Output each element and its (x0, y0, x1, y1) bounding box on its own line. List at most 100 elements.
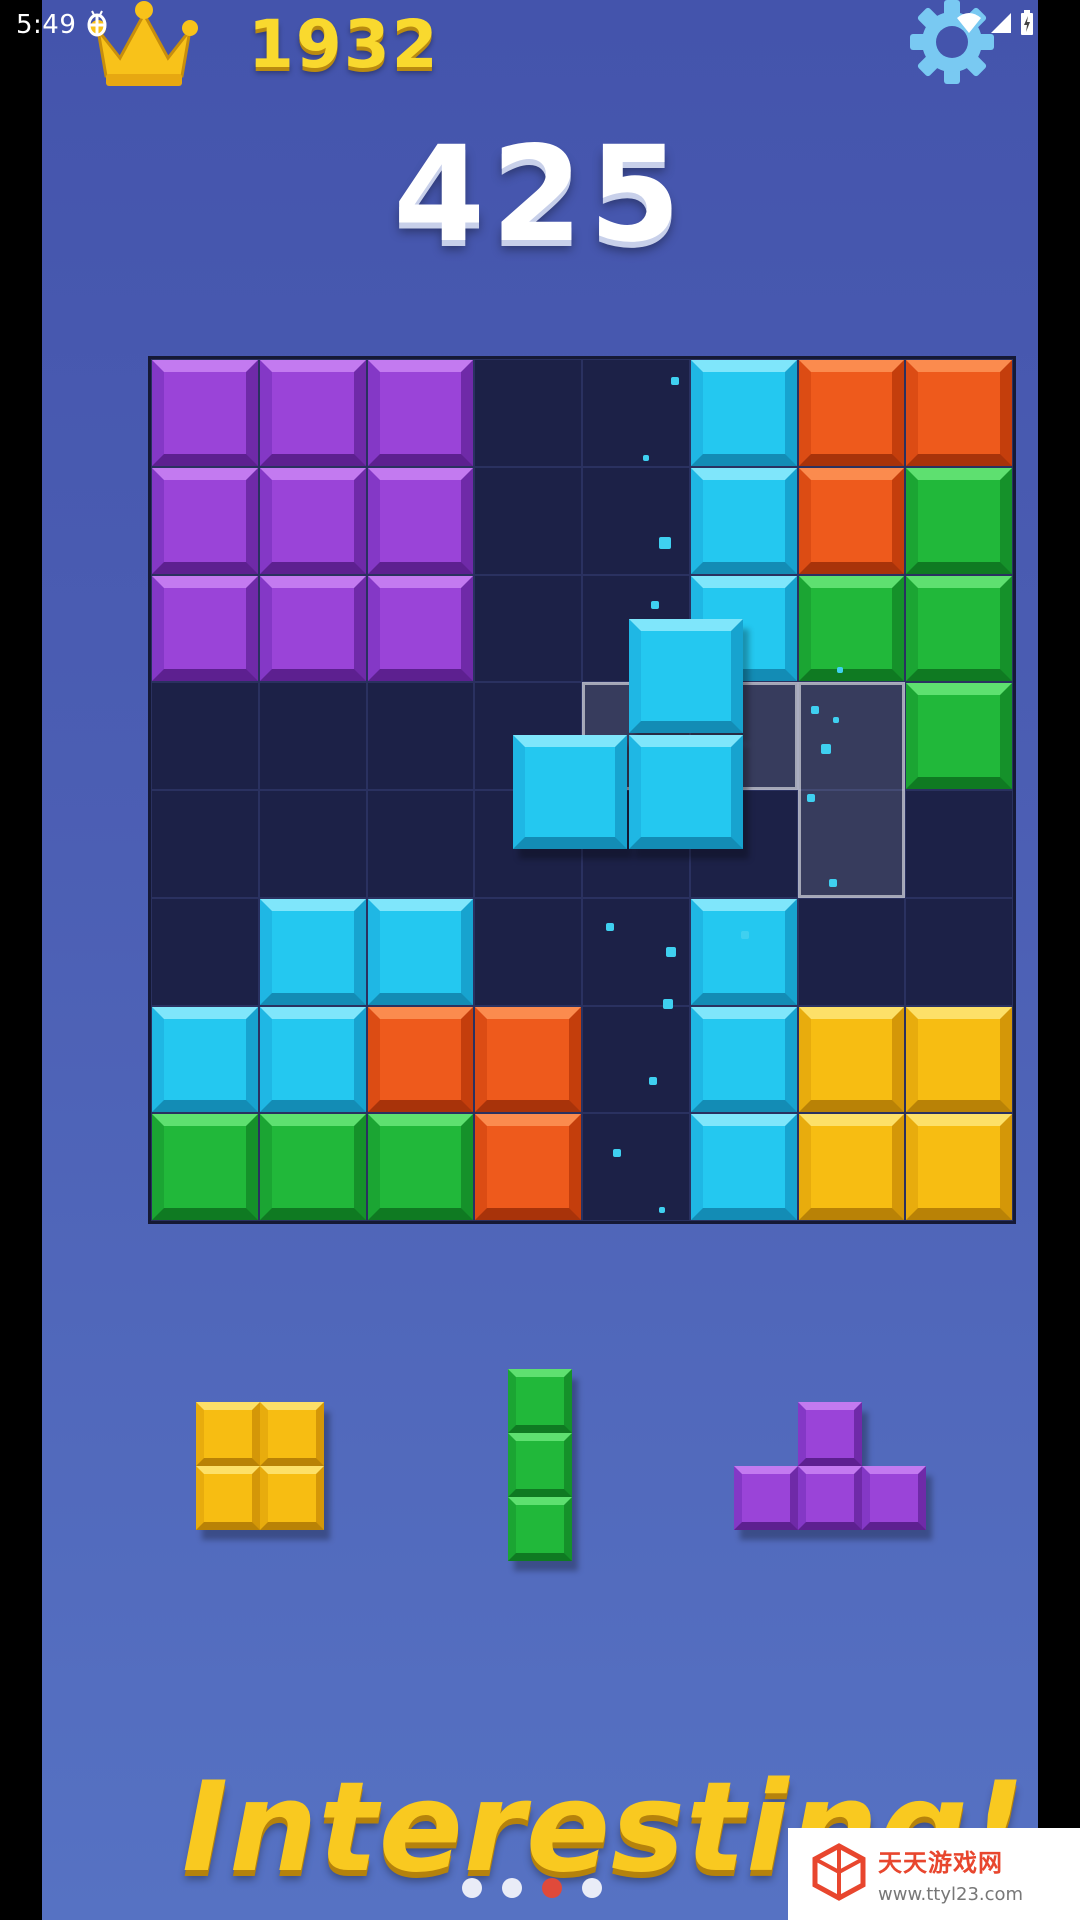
game-board[interactable] (148, 356, 1016, 1224)
block-cyan (690, 898, 797, 1005)
board-cell[interactable] (366, 682, 475, 790)
block-orange (798, 467, 905, 574)
board-cell[interactable] (797, 897, 906, 1006)
block-purple (152, 467, 258, 574)
block-cyan (690, 1006, 797, 1113)
current-score: 425 (393, 118, 687, 272)
sparkle (833, 717, 839, 723)
board-cell[interactable] (905, 790, 1013, 898)
block-cyan (513, 735, 627, 849)
block-purple (259, 467, 366, 574)
board-cell[interactable] (905, 897, 1013, 1006)
signal-icon (990, 12, 1012, 38)
block-purple (862, 1466, 926, 1530)
block-purple (152, 360, 258, 466)
best-score: 1932 (248, 6, 440, 83)
game-screen: 1932 425 Interesting! (42, 0, 1038, 1920)
watermark-title: 天天游戏网 (878, 1849, 1003, 1877)
block-cyan (367, 898, 474, 1005)
block-purple (734, 1466, 798, 1530)
sparkle (613, 1149, 621, 1157)
block-orange (798, 360, 905, 466)
block-yellow (260, 1466, 324, 1530)
board-cell[interactable] (582, 1113, 690, 1221)
page-dot[interactable] (502, 1878, 522, 1898)
sparkle (811, 706, 819, 714)
block-cyan (690, 360, 797, 466)
status-time: 5:49 (16, 10, 77, 40)
block-green (906, 683, 1012, 789)
block-purple (367, 467, 474, 574)
block-purple (152, 575, 258, 682)
board-cell[interactable] (151, 897, 259, 1006)
block-cyan (690, 1114, 797, 1220)
watermark: 天天游戏网 www.ttyl23.com (788, 1828, 1080, 1920)
page-dot[interactable] (462, 1878, 482, 1898)
board-cell[interactable] (582, 359, 690, 467)
sparkle (829, 879, 837, 887)
sparkle (649, 1077, 657, 1085)
sparkle (606, 923, 614, 931)
block-yellow (906, 1114, 1012, 1220)
block-orange (367, 1006, 474, 1113)
block-yellow (798, 1006, 905, 1113)
block-green (508, 1497, 572, 1561)
sparkle (651, 601, 659, 609)
sparkle (807, 794, 815, 802)
sparkle (837, 667, 843, 673)
sparkle (663, 999, 673, 1009)
sparkle (659, 1207, 665, 1213)
block-cyan (259, 898, 366, 1005)
board-cell[interactable] (582, 466, 690, 575)
board-cell[interactable] (151, 790, 259, 898)
block-green (508, 1433, 572, 1497)
block-purple (367, 360, 474, 466)
block-yellow (260, 1402, 324, 1466)
board-cell[interactable] (366, 790, 475, 898)
board-cell[interactable] (474, 466, 582, 575)
page-indicator (462, 1878, 602, 1898)
block-purple (367, 575, 474, 682)
board-cell[interactable] (151, 682, 259, 790)
sparkle (671, 377, 679, 385)
block-green (508, 1369, 572, 1433)
block-cyan (629, 735, 743, 849)
block-green (798, 575, 905, 682)
block-yellow (196, 1466, 260, 1530)
block-cyan (690, 467, 797, 574)
block-green (367, 1114, 474, 1220)
block-green (259, 1114, 366, 1220)
block-orange (475, 1006, 581, 1113)
block-green (906, 467, 1012, 574)
block-purple (259, 360, 366, 466)
board-cell[interactable] (474, 574, 582, 683)
sparkle (666, 947, 676, 957)
block-yellow (798, 1114, 905, 1220)
block-purple (798, 1466, 862, 1530)
block-green (906, 575, 1012, 682)
page-dot[interactable] (542, 1878, 562, 1898)
sparkle (659, 537, 671, 549)
block-yellow (196, 1402, 260, 1466)
cube-logo-icon (810, 1843, 868, 1905)
bug-icon (84, 8, 110, 42)
block-orange (475, 1114, 581, 1220)
battery-charging-icon (1020, 10, 1034, 40)
board-cell[interactable] (258, 682, 367, 790)
sparkle (643, 455, 649, 461)
board-cell[interactable] (474, 359, 582, 467)
block-purple (798, 1402, 862, 1466)
board-cell[interactable] (582, 1005, 690, 1114)
board-cell[interactable] (258, 790, 367, 898)
sparkle (741, 931, 749, 939)
block-yellow (906, 1006, 1012, 1113)
block-cyan (259, 1006, 366, 1113)
page-dot[interactable] (582, 1878, 602, 1898)
block-green (152, 1114, 258, 1220)
block-cyan (629, 619, 743, 733)
piece-tray (42, 1360, 1038, 1590)
board-cell[interactable] (474, 897, 582, 1006)
block-cyan (152, 1006, 258, 1113)
status-icons (956, 10, 1034, 40)
block-orange (906, 360, 1012, 466)
